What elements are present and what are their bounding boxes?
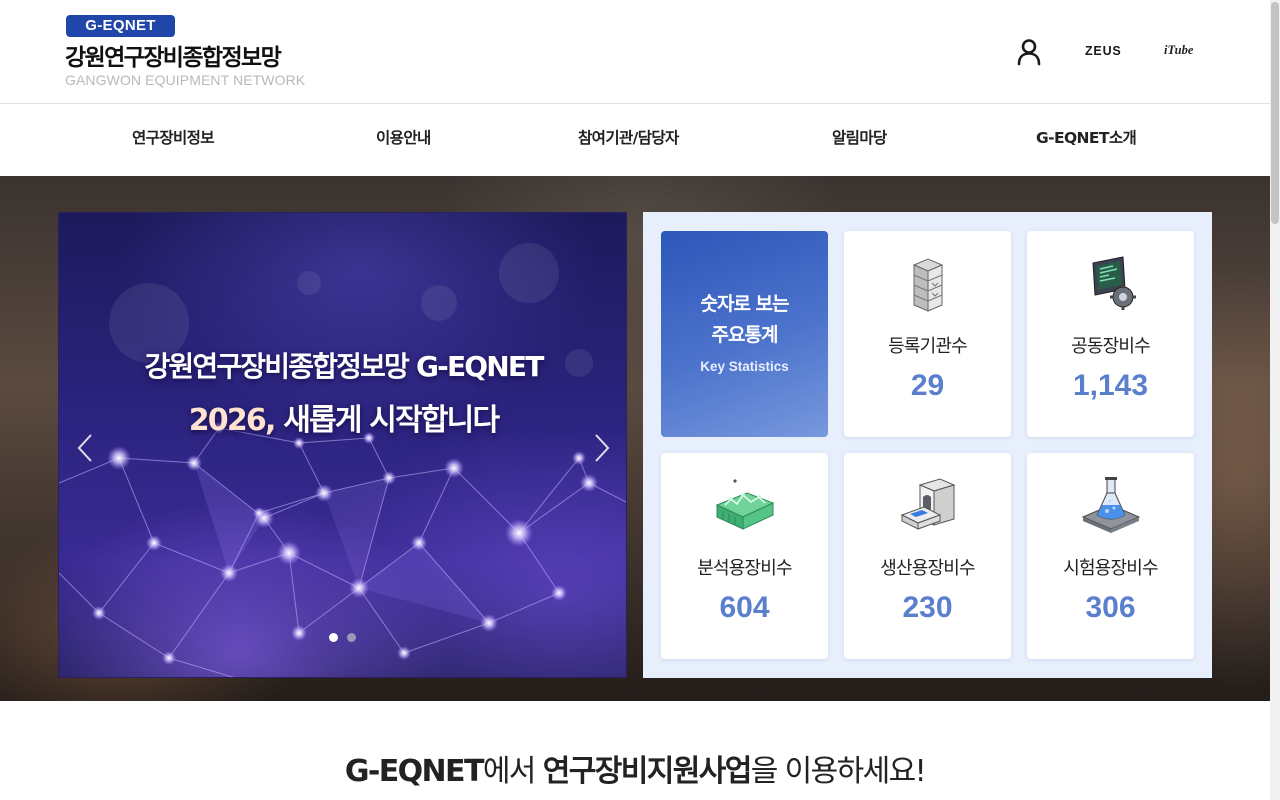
stat-label: 시험용장비수: [1063, 558, 1158, 579]
stat-card-test-equipment[interactable]: 시험용장비수 306: [1027, 453, 1194, 659]
network-graphic: [59, 243, 626, 677]
pagination-dot-2[interactable]: [347, 633, 356, 642]
slide-year: 2026,: [188, 403, 277, 438]
main-navigation: 연구장비정보 이용안내 참여기관/담당자 알림마당 G-EQNET소개: [0, 104, 1270, 176]
site-subtitle: GANGWON EQUIPMENT NETWORK: [65, 72, 306, 88]
itube-link[interactable]: iTube: [1164, 43, 1193, 58]
slide-subtitle: 2026, 새롭게 시작합니다: [59, 395, 626, 439]
page-scrollbar-thumb[interactable]: [1271, 2, 1279, 224]
production-machine-icon: [896, 475, 960, 539]
section-title-brand: G-EQNET: [344, 754, 485, 789]
statistics-heading: 숫자로 보는 주요통계 Key Statistics: [661, 231, 828, 437]
chevron-right-icon[interactable]: [590, 431, 614, 465]
stat-label: 공동장비수: [1071, 336, 1151, 357]
statistics-panel: 숫자로 보는 주요통계 Key Statistics 등록기관수 29 공동장비…: [643, 212, 1212, 678]
section-title-text: 에서: [482, 754, 543, 789]
stat-value: 306: [1085, 591, 1136, 624]
nav-item-equipment-info[interactable]: 연구장비정보: [132, 104, 215, 176]
banner-slide[interactable]: 강원연구장비종합정보망 G-EQNET 2026, 새롭게 시작합니다: [58, 212, 627, 678]
site-header: G-EQNET 강원연구장비종합정보망 GANGWON EQUIPMENT NE…: [0, 0, 1270, 104]
stat-card-production-equipment[interactable]: 생산용장비수 230: [844, 453, 1011, 659]
stat-value: 230: [902, 591, 953, 624]
stat-card-institutions[interactable]: 등록기관수 29: [844, 231, 1011, 437]
stat-label: 등록기관수: [888, 336, 968, 357]
site-title[interactable]: 강원연구장비종합정보망: [65, 38, 282, 72]
stat-label: 분석용장비수: [697, 558, 792, 579]
stat-label: 생산용장비수: [880, 558, 975, 579]
building-icon: [896, 253, 960, 317]
nav-item-about[interactable]: G-EQNET소개: [1036, 104, 1137, 176]
stat-card-analysis-equipment[interactable]: 분석용장비수 604: [661, 453, 828, 659]
logo-badge[interactable]: G-EQNET: [66, 15, 175, 37]
section-title-highlight: 연구장비지원사업: [542, 754, 753, 789]
stat-card-shared-equipment[interactable]: 공동장비수 1,143: [1027, 231, 1194, 437]
nav-item-institutions[interactable]: 참여기관/담당자: [578, 104, 679, 176]
stat-value: 1,143: [1072, 369, 1149, 402]
main-visual: 강원연구장비종합정보망 G-EQNET 2026, 새롭게 시작합니다 숫자로 …: [0, 176, 1270, 701]
stat-value: 604: [719, 591, 770, 624]
flask-icon: [1079, 475, 1143, 539]
slide-subtitle-text: 새롭게 시작합니다: [274, 403, 500, 438]
nav-item-usage-guide[interactable]: 이용안내: [376, 104, 431, 176]
stat-value: 29: [910, 369, 945, 402]
slide-title: 강원연구장비종합정보망 G-EQNET: [144, 350, 544, 383]
zeus-link[interactable]: ZEUS: [1085, 44, 1122, 58]
statistics-heading-ko: 숫자로 보는 주요통계: [700, 293, 789, 346]
analysis-equipment-icon: [713, 475, 777, 539]
statistics-heading-en: Key Statistics: [700, 359, 789, 374]
monitor-gear-icon: [1079, 253, 1143, 317]
nav-item-notice[interactable]: 알림마당: [832, 104, 887, 176]
section-title-text-2: 을 이용하세요!: [750, 754, 927, 789]
section-title: G-EQNET에서 연구장비지원사업을 이용하세요!: [0, 746, 1270, 790]
user-icon[interactable]: [1016, 38, 1042, 66]
chevron-left-icon[interactable]: [73, 431, 97, 465]
pagination-dot-1[interactable]: [329, 633, 338, 642]
